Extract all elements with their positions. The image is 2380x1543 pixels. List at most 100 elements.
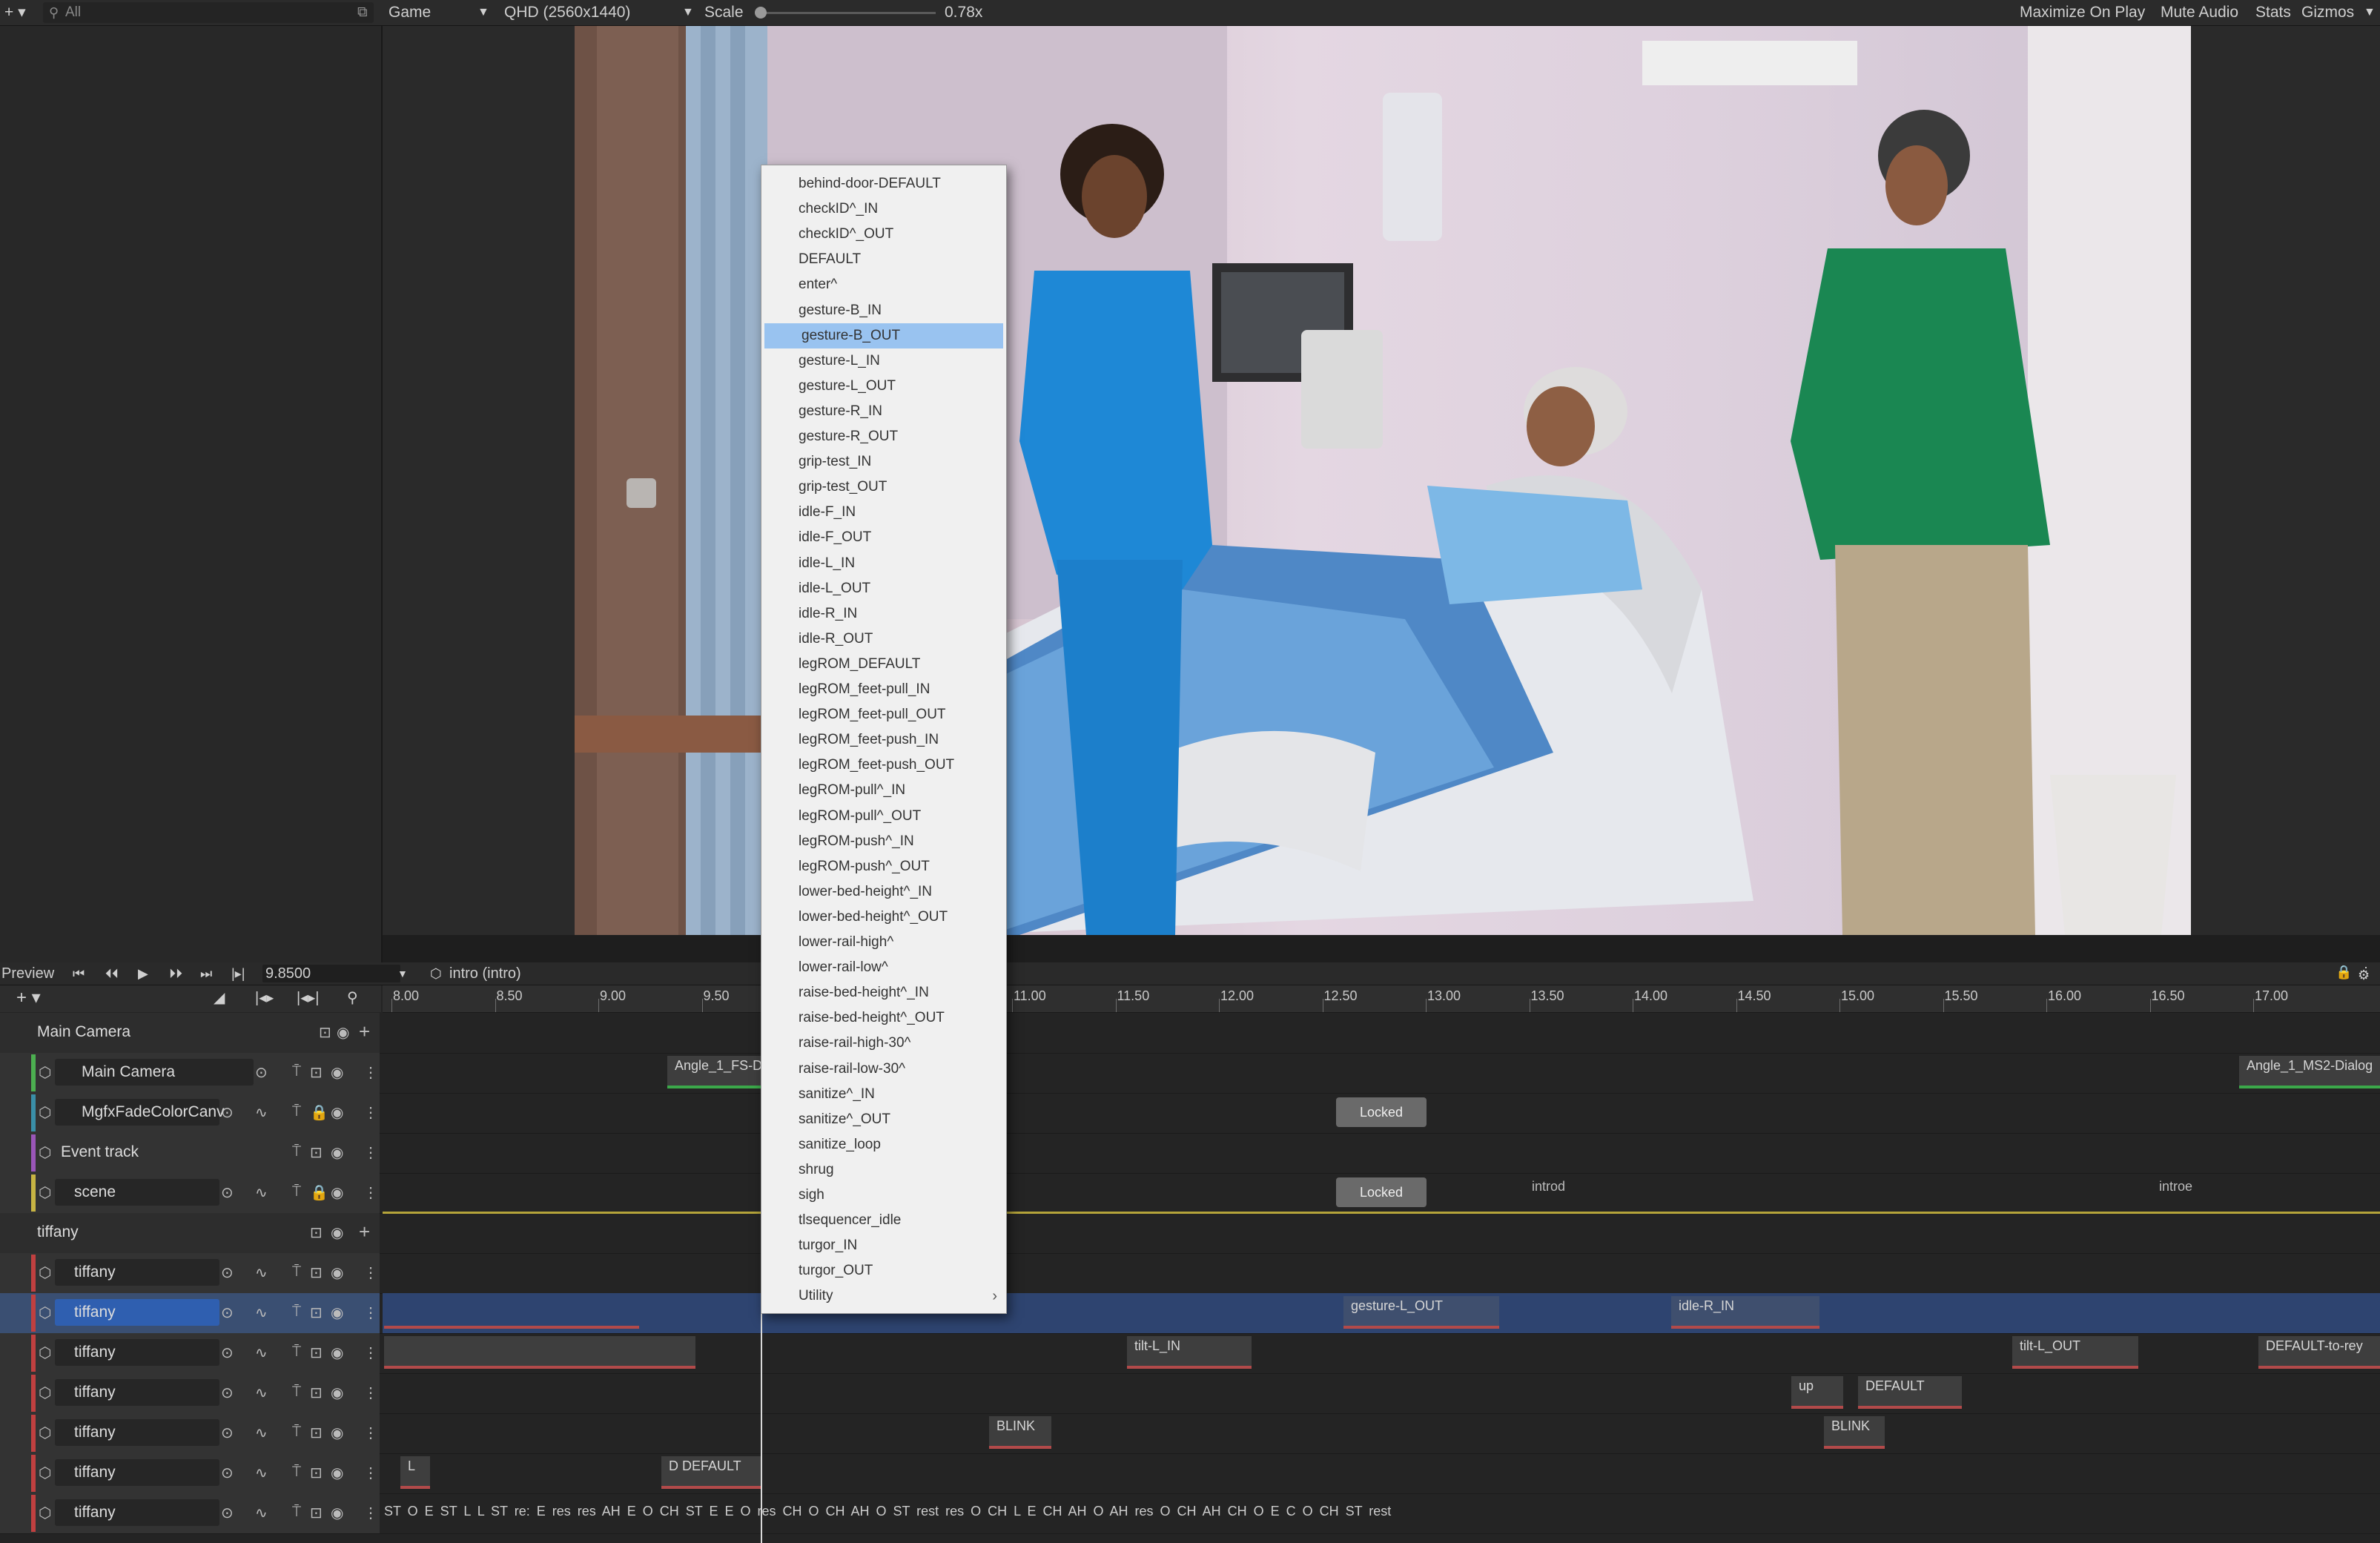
- menu-item[interactable]: lower-bed-height^_OUT: [761, 905, 1006, 930]
- curve-icon[interactable]: ∿: [255, 1103, 268, 1122]
- clip[interactable]: Angle_1_FS-Di: [667, 1056, 761, 1088]
- menu-item[interactable]: idle-F_OUT: [761, 525, 1006, 550]
- play-icon[interactable]: ▶: [138, 961, 148, 986]
- clip[interactable]: up: [1791, 1376, 1843, 1409]
- eye-icon[interactable]: ◉: [331, 1464, 343, 1482]
- menu-item[interactable]: gesture-B_OUT: [764, 323, 1003, 348]
- menu-item[interactable]: grip-test_OUT: [761, 475, 1006, 500]
- gizmos-dropdown[interactable]: Gizmos: [2301, 0, 2354, 25]
- more-icon[interactable]: ⋮: [363, 1263, 378, 1282]
- lock-icon[interactable]: ⊡: [310, 1504, 323, 1522]
- menu-item[interactable]: lower-rail-low^: [761, 955, 1006, 980]
- menu-item[interactable]: sigh: [761, 1183, 1006, 1208]
- pin-icon[interactable]: ⍑: [292, 1103, 301, 1120]
- add-track-icon[interactable]: + ▾: [16, 985, 41, 1011]
- more-icon[interactable]: ⋮: [363, 1103, 378, 1122]
- menu-item[interactable]: raise-rail-low-30^: [761, 1057, 1006, 1082]
- menu-item[interactable]: gesture-B_IN: [761, 298, 1006, 323]
- time-ruler[interactable]: 8.008.509.009.5010.0010.5011.0011.5012.0…: [383, 985, 2380, 1013]
- menu-item[interactable]: checkID^_IN: [761, 196, 1006, 222]
- pin-icon[interactable]: ⍑: [292, 1384, 301, 1401]
- curve-icon[interactable]: ∿: [255, 1384, 268, 1402]
- pin-icon[interactable]: ⍑: [292, 1183, 301, 1200]
- pin-icon[interactable]: ⍑: [292, 1344, 301, 1361]
- more-icon[interactable]: ⋮: [363, 1143, 378, 1162]
- clip[interactable]: BLINK: [1824, 1416, 1885, 1449]
- menu-item[interactable]: idle-R_OUT: [761, 627, 1006, 652]
- eye-icon[interactable]: ◉: [331, 1063, 343, 1082]
- menu-item[interactable]: sanitize^_IN: [761, 1082, 1006, 1107]
- menu-item[interactable]: lower-rail-high^: [761, 930, 1006, 955]
- clip[interactable]: [384, 1296, 639, 1329]
- menu-item[interactable]: enter^: [761, 272, 1006, 297]
- frame-icon[interactable]: |◂▸|: [297, 985, 319, 1011]
- maximize-on-play-toggle[interactable]: Maximize On Play: [2020, 0, 2145, 25]
- eye-icon[interactable]: ◉: [331, 1183, 343, 1202]
- menu-item[interactable]: raise-rail-high-30^: [761, 1031, 1006, 1056]
- time-value[interactable]: 9.8500: [265, 961, 311, 986]
- menu-item[interactable]: legROM_feet-push_IN: [761, 727, 1006, 753]
- clip[interactable]: introe: [2159, 1179, 2192, 1195]
- clip[interactable]: Angle_1_MS2-Dialog: [2239, 1056, 2380, 1088]
- view-mode-dropdown[interactable]: Game: [389, 0, 431, 25]
- lock-icon[interactable]: 🔒: [2336, 959, 2352, 985]
- target-icon[interactable]: ⊙: [221, 1464, 234, 1482]
- lock-icon[interactable]: ⊡: [310, 1384, 323, 1402]
- pin-icon[interactable]: ⍑: [292, 1263, 301, 1281]
- pin-icon[interactable]: ⍑: [292, 1304, 301, 1321]
- pin-icon[interactable]: ⍑: [292, 1063, 301, 1080]
- eye-icon[interactable]: ◉: [331, 1424, 343, 1442]
- clip[interactable]: introd: [1532, 1179, 1565, 1195]
- search-options-icon[interactable]: ⧉: [357, 0, 368, 25]
- curve-icon[interactable]: ∿: [255, 1504, 268, 1522]
- more-icon[interactable]: ⋮: [363, 1344, 378, 1362]
- more-icon[interactable]: ⋮: [363, 1304, 378, 1322]
- clip[interactable]: L: [400, 1456, 430, 1489]
- more-icon[interactable]: ⋮: [363, 1063, 378, 1082]
- group-label[interactable]: Main Camera: [37, 1023, 130, 1041]
- search-input[interactable]: All: [65, 0, 81, 25]
- menu-item[interactable]: checkID^_OUT: [761, 222, 1006, 247]
- curve-icon[interactable]: ∿: [255, 1424, 268, 1442]
- menu-item[interactable]: Utility: [761, 1283, 1006, 1309]
- go-to-end-icon[interactable]: ⏭: [200, 961, 212, 986]
- menu-item[interactable]: legROM-pull^_IN: [761, 778, 1006, 803]
- menu-item[interactable]: sanitize_loop: [761, 1132, 1006, 1157]
- curve-icon[interactable]: ∿: [255, 1263, 268, 1282]
- preview-button[interactable]: Preview: [1, 961, 54, 986]
- mute-audio-toggle[interactable]: Mute Audio: [2161, 0, 2238, 25]
- scale-slider-handle[interactable]: [755, 7, 767, 19]
- clip[interactable]: [384, 1336, 695, 1369]
- menu-item[interactable]: legROM_feet-pull_OUT: [761, 702, 1006, 727]
- more-icon[interactable]: ⋮: [363, 1384, 378, 1402]
- pin-icon[interactable]: ⍑: [292, 1424, 301, 1441]
- clip[interactable]: BLINK: [989, 1416, 1051, 1449]
- curve-icon[interactable]: ∿: [255, 1183, 268, 1202]
- menu-item[interactable]: lower-bed-height^_IN: [761, 879, 1006, 905]
- play-range-icon[interactable]: |▸|: [231, 961, 245, 986]
- add-icon[interactable]: +: [359, 1020, 370, 1043]
- eye-icon[interactable]: ◉: [331, 1384, 343, 1402]
- snap-icon[interactable]: ◢: [214, 985, 225, 1011]
- menu-item[interactable]: legROM-pull^_OUT: [761, 804, 1006, 829]
- more-icon[interactable]: ⋮: [363, 1504, 378, 1522]
- lock-icon[interactable]: ⊡: [310, 1424, 323, 1442]
- settings-icon[interactable]: ⚙: [2358, 962, 2370, 988]
- lock-icon[interactable]: 🔒: [310, 1103, 328, 1122]
- target-icon[interactable]: ⊙: [221, 1304, 234, 1322]
- pin-icon[interactable]: ⍑: [292, 1464, 301, 1481]
- curve-icon[interactable]: ∿: [255, 1344, 268, 1362]
- go-to-start-icon[interactable]: ⏮: [73, 961, 85, 986]
- menu-item[interactable]: legROM_feet-push_OUT: [761, 753, 1006, 778]
- previous-frame-icon[interactable]: ⏴⏴: [105, 961, 119, 986]
- target-icon[interactable]: ⊙: [221, 1103, 234, 1122]
- resolution-dropdown[interactable]: QHD (2560x1440): [504, 0, 630, 25]
- target-icon[interactable]: ⊙: [221, 1504, 234, 1522]
- curve-icon[interactable]: ∿: [255, 1304, 268, 1322]
- clip[interactable]: idle-R_IN: [1671, 1296, 1819, 1329]
- menu-item[interactable]: gesture-R_IN: [761, 399, 1006, 424]
- target-icon[interactable]: ⊙: [221, 1263, 234, 1282]
- menu-item[interactable]: tlsequencer_idle: [761, 1208, 1006, 1233]
- menu-item[interactable]: raise-bed-height^_IN: [761, 980, 1006, 1005]
- lock-icon[interactable]: ⊡: [310, 1464, 323, 1482]
